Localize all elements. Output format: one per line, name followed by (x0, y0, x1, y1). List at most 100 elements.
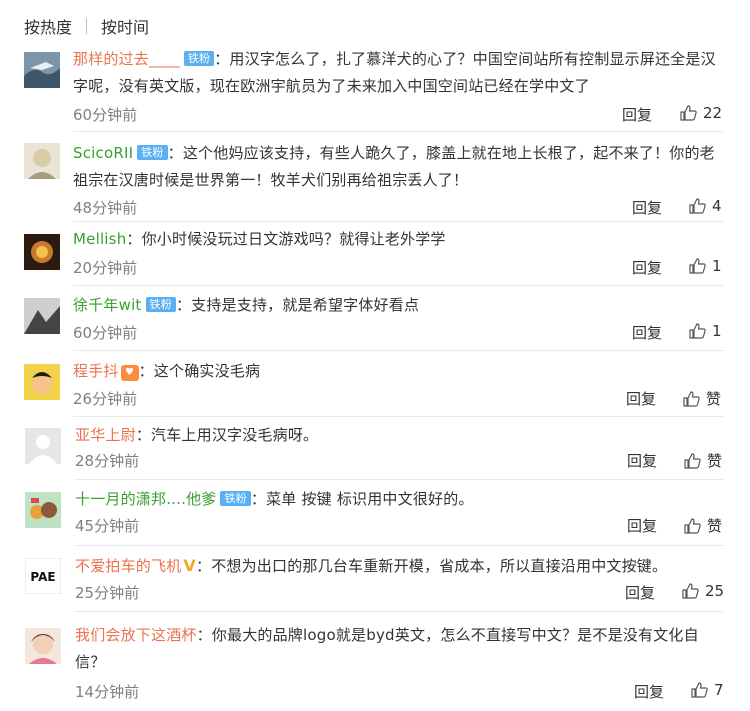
avatar[interactable] (24, 52, 60, 88)
like-count: 赞 (706, 390, 722, 408)
comment-text: 不爱拍车的飞机 V：不想为出口的那几台车重新开模，省成本，所以直接沿用中文按键。 (75, 552, 724, 580)
divider (73, 131, 724, 132)
thumbs-up-icon (684, 452, 701, 469)
like-button[interactable]: 1 (689, 257, 722, 275)
timestamp: 28分钟前 (75, 452, 140, 470)
timestamp: 45分钟前 (75, 517, 140, 535)
comment-item: 徐千年wit 铁粉 ：支持是支持，就是希望字体好看点 60分钟前 回复 1 (0, 292, 750, 352)
like-count: 7 (714, 681, 724, 699)
comment-text: 程手抖 ♥ ：这个确实没毛病 (73, 358, 724, 385)
fan-badge[interactable]: 铁粉 (137, 145, 168, 160)
like-button[interactable]: 7 (691, 681, 724, 699)
comment-item: 十一月的潇邦....他爹 铁粉 ：菜单 按键 标识用中文很好的。 45分钟前 回复 … (0, 486, 750, 546)
fan-badge[interactable]: 铁粉 (145, 297, 176, 312)
fan-badge[interactable]: 铁粉 (220, 491, 251, 506)
comment-body: ：支持是支持，就是希望字体好看点 (175, 296, 420, 314)
like-button[interactable]: 25 (682, 582, 724, 600)
like-button[interactable]: 22 (680, 104, 722, 122)
thumbs-up-icon (684, 517, 701, 534)
username[interactable]: 程手抖 (73, 362, 119, 380)
comment-text: 我们会放下这酒杯：你最大的品牌logo就是byd英文，怎么不直接写中文？是不是没… (75, 622, 724, 676)
comment-body: ：汽车上用汉字没毛病呀。 (135, 426, 319, 444)
reply-button[interactable]: 回复 (625, 582, 655, 603)
timestamp: 60分钟前 (73, 324, 138, 342)
comment-meta: 45分钟前 回复 赞 (0, 515, 750, 535)
like-count: 赞 (707, 517, 723, 535)
comment-body: ：这个他妈应该支持，有些人跪久了，膝盖上就在地上长根了，起不来了！你的老祖宗在汉… (73, 144, 715, 189)
divider (75, 545, 724, 546)
comment-text: 徐千年wit 铁粉 ：支持是支持，就是希望字体好看点 (73, 292, 724, 319)
comment-body: ：不想为出口的那几台车重新开模，省成本，所以直接沿用中文按键。 (196, 557, 668, 575)
like-button[interactable]: 赞 (683, 388, 721, 409)
like-count: 22 (703, 104, 723, 122)
username[interactable]: 徐千年wit (73, 296, 142, 314)
thumbs-up-icon (682, 583, 699, 599)
sort-bar: 按热度 按时间 (24, 14, 149, 38)
comment-body: ：你小时候没玩过日文游戏吗？就得让老外学学 (126, 230, 446, 248)
thumbs-up-icon (689, 323, 706, 339)
like-count: 4 (712, 197, 722, 215)
thumbs-up-icon (683, 390, 700, 407)
like-button[interactable]: 赞 (684, 450, 722, 471)
comment-meta: 14分钟前 回复 7 (0, 681, 750, 701)
thumbs-up-icon (689, 198, 706, 214)
like-button[interactable]: 4 (689, 197, 722, 215)
avatar[interactable] (24, 143, 60, 179)
comment-item: Mellish：你小时候没玩过日文游戏吗？就得让老外学学 20分钟前 回复 1 (0, 226, 750, 286)
fan-badge[interactable]: 铁粉 (183, 51, 215, 66)
reply-button[interactable]: 回复 (632, 197, 662, 218)
comment-body: ：这个确实没毛病 (138, 362, 261, 380)
thumbs-up-icon (680, 105, 697, 121)
comment-item: 程手抖 ♥ ：这个确实没毛病 26分钟前 回复 赞 (0, 358, 750, 418)
reply-button[interactable]: 回复 (634, 681, 664, 702)
username[interactable]: ScicoRII (73, 144, 133, 162)
timestamp: 20分钟前 (73, 259, 138, 277)
reply-button[interactable]: 回复 (627, 515, 657, 536)
like-count: 1 (712, 257, 722, 275)
reply-button[interactable]: 回复 (622, 104, 652, 125)
comment-item: ScicoRII 铁粉 ：这个他妈应该支持，有些人跪久了，膝盖上就在地上长根了，起不… (0, 138, 750, 218)
like-count: 1 (712, 322, 722, 340)
like-count: 25 (705, 582, 725, 600)
username[interactable]: 我们会放下这酒杯 (75, 626, 197, 644)
divider (75, 611, 724, 612)
timestamp: 26分钟前 (73, 390, 138, 408)
thumbs-up-icon (691, 682, 708, 698)
like-button[interactable]: 1 (689, 322, 722, 340)
sort-by-time[interactable]: 按时间 (101, 14, 149, 38)
comment-item: 亚华上尉：汽车上用汉字没毛病呀。 28分钟前 回复 赞 (0, 422, 750, 482)
sort-divider (86, 18, 88, 34)
like-count: 赞 (707, 452, 723, 470)
reply-button[interactable]: 回复 (632, 322, 662, 343)
like-button[interactable]: 赞 (684, 515, 722, 536)
timestamp: 48分钟前 (73, 199, 138, 217)
thumbs-up-icon (689, 258, 706, 274)
comment-item: 我们会放下这酒杯：你最大的品牌logo就是byd英文，怎么不直接写中文？是不是没… (0, 622, 750, 710)
reply-button[interactable]: 回复 (632, 257, 662, 278)
reply-button[interactable]: 回复 (626, 388, 656, 409)
divider (75, 479, 724, 480)
comment-meta: 20分钟前 回复 1 (0, 257, 750, 277)
comment-meta: 60分钟前 回复 22 (0, 104, 750, 124)
username[interactable]: 十一月的潇邦....他爹 (75, 490, 216, 508)
divider (73, 285, 724, 286)
reply-button[interactable]: 回复 (627, 450, 657, 471)
comment-body: ：菜单 按键 标识用中文很好的。 (250, 490, 474, 508)
comment-meta: 60分钟前 回复 1 (0, 322, 750, 342)
username[interactable]: 亚华上尉 (75, 426, 136, 444)
divider (73, 221, 724, 222)
divider (73, 416, 724, 417)
comment-meta: 26分钟前 回复 赞 (0, 388, 750, 408)
sort-by-hot[interactable]: 按热度 (24, 14, 72, 38)
username[interactable]: 不爱拍车的飞机 (75, 557, 181, 575)
fan-club-badge[interactable]: ♥ (120, 365, 139, 381)
comment-text: ScicoRII 铁粉 ：这个他妈应该支持，有些人跪久了，膝盖上就在地上长根了，起不… (73, 140, 724, 194)
timestamp: 60分钟前 (73, 106, 138, 124)
username[interactable]: Mellish (73, 230, 126, 248)
avatar[interactable] (25, 628, 61, 664)
comment-meta: 28分钟前 回复 赞 (0, 450, 750, 470)
comment-item: 那样的过去____ 铁粉 ：用汉字怎么了，扎了慕洋犬的心了？中国空间站所有控制显示屏… (0, 44, 750, 128)
timestamp: 14分钟前 (75, 683, 140, 701)
username[interactable]: 那样的过去____ (73, 50, 180, 68)
timestamp: 25分钟前 (75, 584, 140, 602)
